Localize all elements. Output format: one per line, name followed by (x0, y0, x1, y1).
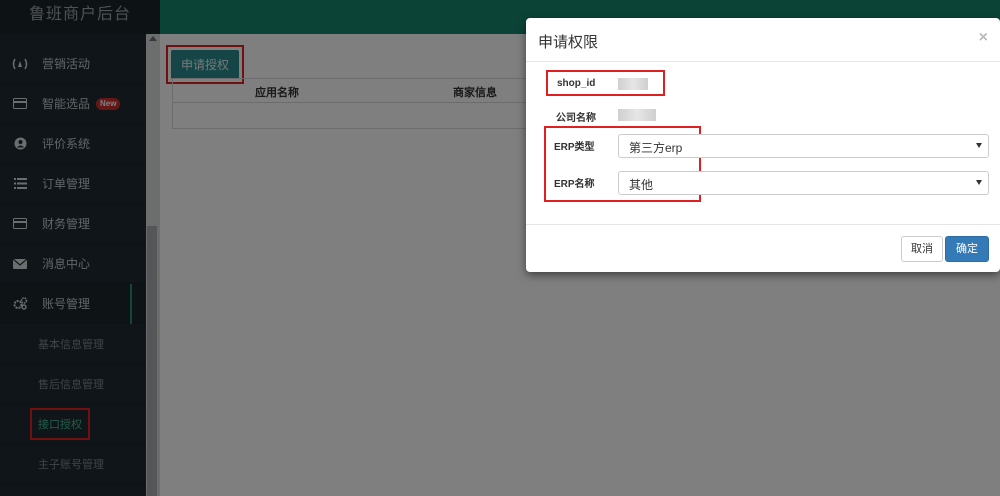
dialog-footer: 取消 确定 (526, 225, 1000, 271)
cancel-button[interactable]: 取消 (901, 236, 943, 262)
dialog-body: shop_id 公司名称 ERP类型 第三方erp ERP名称 其他 (526, 62, 1000, 225)
close-icon[interactable]: × (979, 29, 988, 47)
shop-id-value-redacted (618, 78, 648, 90)
company-name-label: 公司名称 (556, 113, 596, 124)
chevron-down-icon (976, 180, 982, 185)
erp-name-label: ERP名称 (554, 179, 595, 190)
shop-id-label: shop_id (557, 78, 596, 89)
erp-name-selected-value: 其他 (629, 178, 654, 192)
erp-type-select[interactable]: 第三方erp (618, 134, 989, 158)
confirm-button[interactable]: 确定 (945, 236, 989, 262)
company-name-value-redacted (618, 109, 656, 121)
erp-type-label: ERP类型 (554, 142, 595, 153)
dialog-header: 申请权限 × (526, 18, 1000, 62)
dialog-title: 申请权限 (538, 34, 599, 51)
erp-name-select[interactable]: 其他 (618, 171, 989, 195)
apply-permission-dialog: 申请权限 × shop_id 公司名称 ERP类型 第三方erp ERP名称 其… (526, 18, 1000, 272)
erp-type-selected-value: 第三方erp (629, 141, 683, 155)
chevron-down-icon (976, 143, 982, 148)
